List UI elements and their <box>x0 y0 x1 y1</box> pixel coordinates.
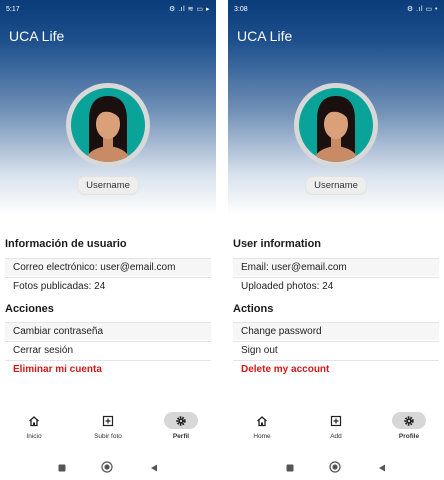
status-time: 5:17 <box>6 6 20 13</box>
username-chip: Username <box>0 175 216 195</box>
back-icon[interactable] <box>377 460 387 478</box>
app-title: UCA Life <box>9 28 65 44</box>
email-row: Correo electrónico: user@email.com <box>5 258 211 276</box>
phone-screen-en: 3:08 ⚙ .ıl ▭ • UCA Life Username User in… <box>228 0 444 480</box>
status-time: 3:08 <box>234 6 248 13</box>
phone-screen-es: 5:17 ⚙ .ıl ≋ ▭ ▸ UCA Life Username Infor… <box>0 0 216 480</box>
delete-account-button[interactable]: Eliminar mi cuenta <box>5 360 211 378</box>
gear-icon <box>392 412 426 429</box>
change-password-button[interactable]: Change password <box>233 322 439 340</box>
nav-home-label: Inicio <box>26 433 42 440</box>
username-label: Username <box>305 176 367 195</box>
nav-home[interactable]: Inicio <box>4 412 64 440</box>
recents-icon[interactable] <box>285 460 295 478</box>
recents-icon[interactable] <box>57 460 67 478</box>
actions-title: Acciones <box>5 303 54 315</box>
avatar <box>294 83 378 167</box>
status-bar: 3:08 ⚙ .ıl ▭ • <box>228 0 444 20</box>
change-password-button[interactable]: Cambiar contraseña <box>5 322 211 340</box>
status-icons: ⚙ .ıl ▭ • <box>406 6 438 13</box>
add-box-icon <box>319 412 353 429</box>
nav-profile-label: Profile <box>398 433 420 440</box>
user-info-title: Información de usuario <box>5 238 127 250</box>
nav-upload[interactable]: Subir foto <box>78 412 138 440</box>
bottom-navigation: Home Add Profile <box>228 412 444 448</box>
gear-icon <box>164 412 198 429</box>
username-label: Username <box>77 176 139 195</box>
photos-count-row: Fotos publicadas: 24 <box>5 277 211 295</box>
home-circle-icon[interactable] <box>329 460 341 478</box>
username-chip: Username <box>228 175 444 195</box>
nav-home-label: Home <box>253 433 271 440</box>
home-icon <box>245 412 279 429</box>
nav-upload-label: Subir foto <box>94 433 122 440</box>
delete-account-button[interactable]: Delete my account <box>233 360 439 378</box>
sign-out-button[interactable]: Sign out <box>233 341 439 359</box>
app-title: UCA Life <box>237 28 293 44</box>
actions-title: Actions <box>233 303 274 315</box>
nav-home[interactable]: Home <box>232 412 292 440</box>
email-row: Email: user@email.com <box>233 258 439 276</box>
avatar <box>66 83 150 167</box>
photos-count-row: Uploaded photos: 24 <box>233 277 439 295</box>
system-navigation-bar <box>228 458 444 474</box>
home-icon <box>17 412 51 429</box>
status-bar: 5:17 ⚙ .ıl ≋ ▭ ▸ <box>0 0 216 20</box>
home-circle-icon[interactable] <box>101 460 113 478</box>
add-box-icon <box>91 412 125 429</box>
back-icon[interactable] <box>149 460 159 478</box>
nav-profile[interactable]: Perfil <box>151 412 211 440</box>
sign-out-button[interactable]: Cerrar sesión <box>5 341 211 359</box>
nav-add-label: Add <box>330 433 342 440</box>
system-navigation-bar <box>0 458 216 474</box>
nav-profile[interactable]: Profile <box>379 412 439 440</box>
nav-profile-label: Perfil <box>172 433 190 440</box>
nav-add[interactable]: Add <box>306 412 366 440</box>
user-info-title: User information <box>233 238 322 250</box>
status-icons: ⚙ .ıl ≋ ▭ ▸ <box>169 6 210 13</box>
bottom-navigation: Inicio Subir foto Perfil <box>0 412 216 448</box>
